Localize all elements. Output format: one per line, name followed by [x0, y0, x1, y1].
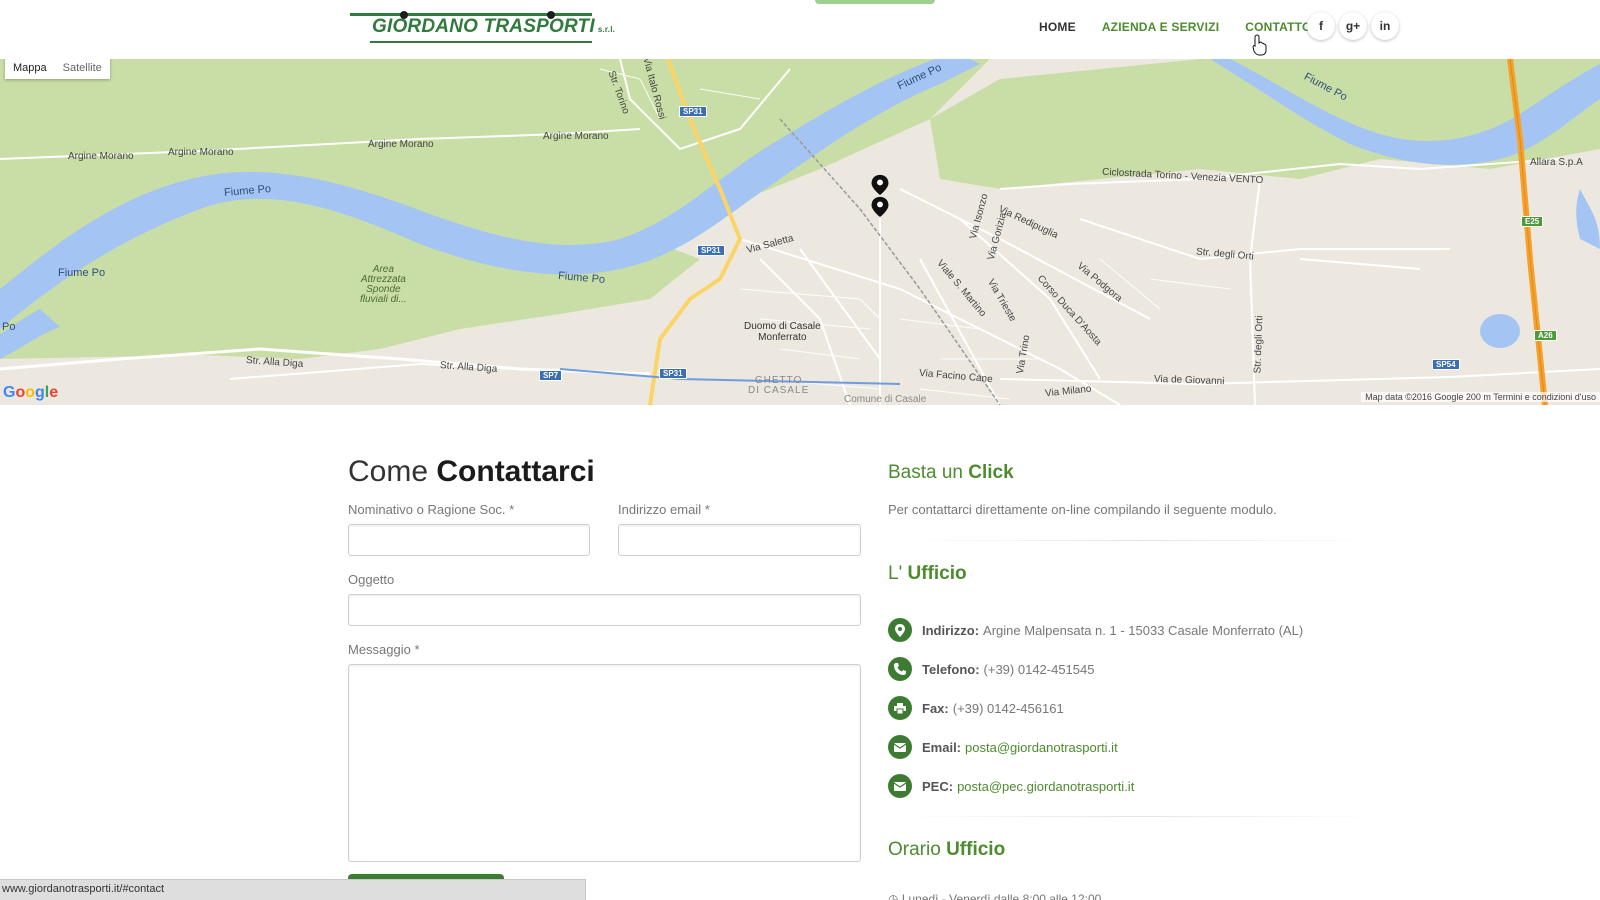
address-row: Indirizzo: Argine Malpensata n. 1 - 1503…	[888, 618, 1303, 642]
map-type-mappa[interactable]: Mappa	[5, 62, 55, 74]
linkedin-icon[interactable]: in	[1371, 12, 1399, 40]
address-value: Argine Malpensata n. 1 - 15033 Casale Mo…	[983, 622, 1304, 638]
email-info-label: Email:	[922, 739, 962, 755]
address-label: Indirizzo:	[922, 622, 980, 638]
logo-bottom-rule	[370, 41, 592, 43]
pec-link[interactable]: posta@pec.giordanotrasporti.it	[957, 779, 1134, 794]
contact-intro-text: Per contattarci direttamente on-line com…	[888, 502, 1277, 517]
map-marker-icon[interactable]	[869, 196, 891, 218]
email-row: Email: posta@giordanotrasporti.it	[888, 735, 1118, 759]
google-logo: Google	[3, 384, 59, 401]
road-badge: A26	[1534, 330, 1557, 341]
subject-input[interactable]	[348, 594, 861, 626]
map-label: Str. degli Orti	[1252, 315, 1266, 374]
fax-row: Fax: (+39) 0142-456161	[888, 696, 1064, 720]
map-type-control: Mappa Satellite	[5, 59, 110, 79]
office-hours-text: Lunedì - Venerdì dalle 8:00 alle 12:00	[901, 892, 1102, 900]
map-label: Argine Morano	[68, 151, 134, 162]
site-header: GIORDANO TRASPORTI s.r.l. HOME AZIENDA E …	[0, 0, 1600, 59]
office-heading: L' Ufficio	[888, 563, 967, 584]
nav-contatto[interactable]: CONTATTO	[1245, 20, 1311, 34]
office-hours-heading: Orario Ufficio	[888, 839, 1006, 860]
road-badge: SP31	[659, 368, 687, 379]
clock-icon: ◷	[888, 892, 902, 900]
map-marker-icon[interactable]	[869, 174, 891, 196]
section-divider	[900, 540, 1380, 541]
message-label: Messaggio *	[348, 642, 420, 657]
logo-sub: s.r.l.	[597, 25, 616, 34]
map-label: Area Attrezzata Sponde fluviali di...	[360, 264, 407, 305]
basta-un-click-heading: Basta un Click	[888, 462, 1014, 483]
map-canvas	[0, 59, 1600, 405]
map-label: Po	[2, 321, 16, 333]
subject-label: Oggetto	[348, 572, 395, 587]
phone-row: Telefono: (+39) 0142-451545	[888, 657, 1094, 681]
map-type-satellite[interactable]: Satellite	[55, 62, 110, 74]
header-accent-tab	[815, 0, 935, 4]
nav-azienda-e-servizi[interactable]: AZIENDA E SERVIZI	[1102, 20, 1219, 34]
road-badge: SP54	[1432, 359, 1460, 370]
map-label: Argine Morano	[368, 139, 434, 150]
map-label: Allara S.p.A	[1530, 157, 1583, 168]
pec-row: PEC: posta@pec.giordanotrasporti.it	[888, 774, 1134, 798]
browser-status-bar: www.giordanotrasporti.it/#contact	[0, 879, 586, 900]
message-textarea[interactable]	[348, 664, 861, 862]
fax-label: Fax:	[922, 700, 949, 716]
facebook-icon[interactable]: f	[1307, 12, 1335, 40]
map-label: Fiume Po	[58, 267, 106, 279]
google-plus-icon[interactable]: g+	[1339, 12, 1367, 40]
email-link[interactable]: posta@giordanotrasporti.it	[965, 740, 1118, 755]
map-label: GHETTO DI CASALE	[748, 375, 810, 396]
phone-value: (+39) 0142-451545	[983, 661, 1095, 677]
google-map[interactable]: Mappa Satellite Argine Morano Argine Mor…	[0, 59, 1600, 405]
office-hours-row: ◷ Lunedì - Venerdì dalle 8:00 alle 12:00	[888, 892, 1101, 900]
name-input[interactable]	[348, 524, 590, 556]
road-badge: SP31	[697, 245, 725, 256]
phone-icon	[888, 657, 912, 681]
nav-home[interactable]: HOME	[1039, 20, 1076, 34]
road-badge: SP7	[539, 370, 563, 381]
printer-icon	[888, 696, 912, 720]
social-links: f g+ in	[1307, 12, 1399, 40]
hand-cursor-icon	[1252, 34, 1267, 56]
envelope-icon	[888, 735, 912, 759]
map-pin-icon	[888, 618, 912, 642]
phone-label: Telefono:	[922, 661, 980, 677]
main-nav: HOME AZIENDA E SERVIZI CONTATTO	[1039, 20, 1338, 34]
contact-form-title: Come Contattarci	[348, 455, 595, 488]
logo-text: GIORDANO TRASPORTI s.r.l.	[372, 16, 616, 37]
site-logo[interactable]: GIORDANO TRASPORTI s.r.l.	[350, 10, 615, 44]
map-label: Argine Morano	[543, 131, 609, 142]
road-badge: SP31	[679, 106, 707, 117]
map-label: Duomo di Casale Monferrato	[744, 321, 821, 343]
envelope-icon	[888, 774, 912, 798]
fax-value: (+39) 0142-456161	[952, 700, 1064, 716]
section-divider	[900, 816, 1380, 817]
email-label: Indirizzo email *	[618, 502, 710, 517]
map-label: Comune di Casale	[844, 394, 927, 405]
name-label: Nominativo o Ragione Soc. *	[348, 502, 515, 517]
pec-label: PEC:	[922, 778, 954, 794]
map-attribution[interactable]: Map data ©2016 Google 200 m Termini e co…	[1361, 392, 1600, 402]
email-input[interactable]	[618, 524, 861, 556]
road-badge: E25	[1521, 216, 1544, 227]
map-label: Argine Morano	[168, 147, 234, 158]
